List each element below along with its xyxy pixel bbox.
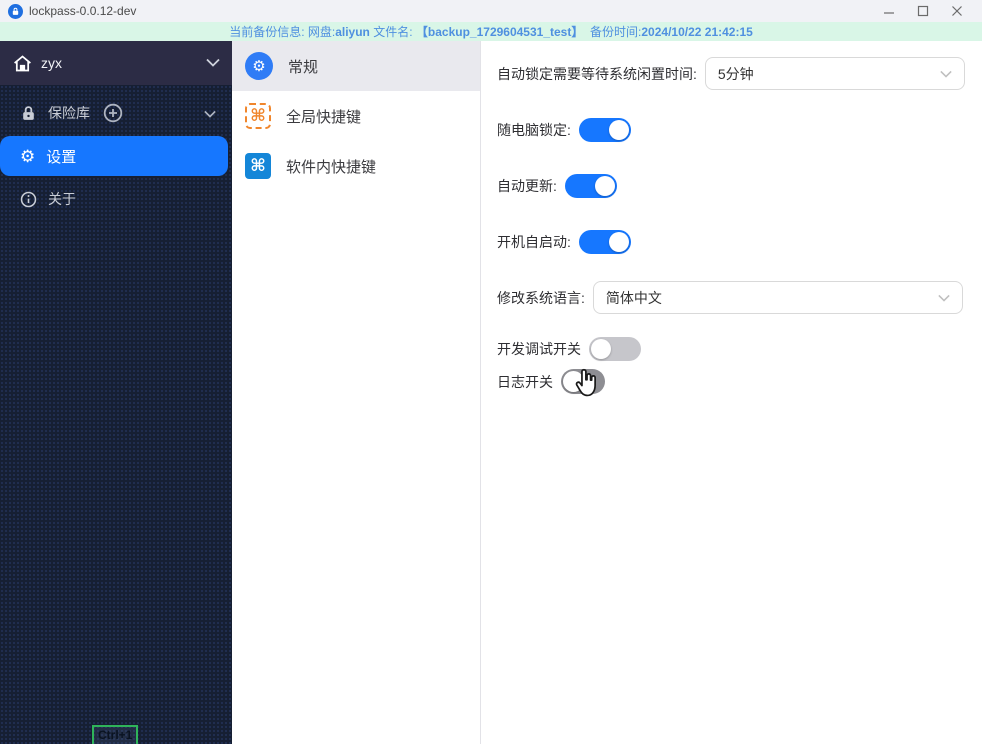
close-icon [952, 6, 962, 16]
auto-start-toggle[interactable] [578, 230, 631, 254]
close-button[interactable] [940, 0, 974, 22]
language-label: 修改系统语言: [497, 289, 585, 306]
chevron-down-icon [940, 70, 952, 78]
banner-drive: aliyun [335, 24, 370, 39]
sidebar-item-about[interactable]: 关于 [0, 179, 232, 219]
tab-label: 全局快捷键 [286, 108, 362, 126]
auto-lock-label: 自动锁定需要等待系统闲置时间: [497, 65, 697, 82]
tab-label: 软件内快捷键 [286, 158, 377, 176]
toggle-knob [608, 120, 629, 140]
lock-with-pc-label: 随电脑锁定: [497, 122, 571, 138]
language-select[interactable]: 简体中文 [592, 281, 963, 314]
auto-lock-value: 5分钟 [717, 65, 754, 82]
banner-file-name: 【backup_1729604531_test】 [415, 25, 584, 39]
home-icon [12, 53, 33, 74]
language-value: 简体中文 [605, 289, 662, 306]
tab-app-shortcuts[interactable]: ⌘ 软件内快捷键 [232, 141, 480, 191]
vault-lock-icon [20, 105, 37, 122]
auto-start-label: 开机自启动: [497, 234, 571, 250]
minimize-button[interactable] [872, 0, 906, 22]
app-lock-icon [8, 3, 23, 19]
sidebar-item-vault[interactable]: 保险库 [0, 93, 232, 133]
banner-file-label: 文件名: [369, 25, 416, 39]
settings-nav: ⚙ 常规 ⌘ 全局快捷键 ⌘ 软件内快捷键 [232, 41, 481, 744]
auto-lock-select[interactable]: 5分钟 [704, 57, 965, 90]
username: zyx [41, 55, 62, 71]
tab-global-shortcuts[interactable]: ⌘ 全局快捷键 [232, 91, 480, 141]
dev-debug-toggle[interactable] [589, 337, 641, 361]
banner-prefix: 当前备份信息: 网盘: [229, 25, 336, 39]
maximize-icon [917, 5, 929, 17]
add-vault-icon[interactable] [103, 103, 123, 123]
backup-info-banner: 当前备份信息: 网盘: aliyun 文件名: 【backup_172960453… [0, 22, 982, 41]
command-icon: ⌘ [245, 103, 271, 129]
setting-row-auto-update: 自动更新: [497, 174, 967, 198]
banner-time-label: 备份时间: [583, 25, 642, 39]
tab-general[interactable]: ⚙ 常规 [232, 41, 480, 91]
settings-content: 自动锁定需要等待系统闲置时间: 5分钟 随电脑锁定: 自动更新: 开机自启动: … [481, 41, 982, 744]
lock-with-pc-toggle[interactable] [578, 118, 631, 142]
dev-debug-label: 开发调试开关 [497, 341, 581, 357]
sidebar: zyx 保险库 ⚙ 设置 关于 Ctrl+1 [0, 41, 232, 744]
log-switch-label: 日志开关 [497, 373, 553, 390]
sidebar-item-label: 设置 [46, 148, 77, 166]
setting-row-dev-debug: 开发调试开关 [497, 337, 967, 361]
chevron-down-icon [938, 294, 950, 302]
shortcut-hint-badge: Ctrl+1 [92, 725, 139, 744]
gear-icon: ⚙ [20, 146, 36, 166]
log-switch-toggle[interactable] [561, 369, 605, 394]
auto-update-label: 自动更新: [497, 178, 557, 194]
sidebar-item-label: 关于 [48, 191, 76, 207]
general-gear-icon: ⚙ [245, 52, 273, 80]
setting-row-log-switch: 日志开关 [497, 369, 967, 394]
setting-row-auto-lock: 自动锁定需要等待系统闲置时间: 5分钟 [497, 57, 967, 90]
setting-row-lock-with-pc: 随电脑锁定: [497, 118, 967, 142]
sidebar-item-settings[interactable]: ⚙ 设置 [0, 136, 228, 176]
banner-time: 2024/10/22 21:42:15 [641, 24, 753, 39]
setting-row-language: 修改系统语言: 简体中文 [497, 281, 967, 314]
maximize-button[interactable] [906, 0, 940, 22]
minimize-icon [884, 12, 894, 14]
toggle-knob [594, 176, 615, 196]
titlebar: lockpass-0.0.12-dev [0, 0, 982, 22]
window-title: lockpass-0.0.12-dev [29, 4, 137, 18]
toggle-knob [591, 339, 611, 359]
info-icon [20, 191, 37, 208]
sidebar-item-label: 保险库 [48, 105, 90, 121]
toggle-knob [608, 232, 629, 252]
auto-update-toggle[interactable] [564, 174, 617, 198]
user-menu[interactable]: zyx [0, 41, 232, 85]
toggle-knob [563, 371, 584, 392]
command-icon: ⌘ [245, 153, 271, 179]
chevron-down-icon [206, 54, 220, 72]
chevron-down-icon[interactable] [204, 105, 216, 121]
tab-label: 常规 [288, 58, 319, 76]
setting-row-auto-start: 开机自启动: [497, 230, 967, 254]
